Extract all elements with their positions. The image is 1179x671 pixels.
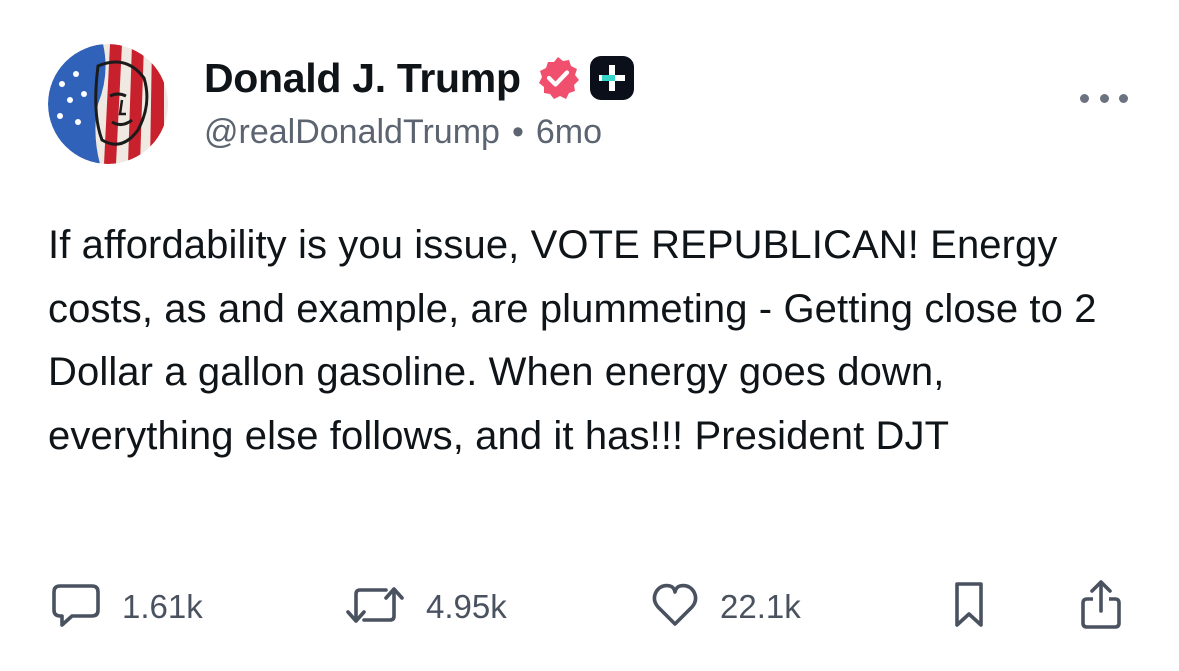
post-timestamp[interactable]: 6mo (536, 113, 602, 152)
author-row: Donald J. Trump (204, 50, 635, 106)
bookmark-icon (949, 580, 989, 635)
repost-icon (342, 580, 408, 635)
avatar[interactable] (48, 44, 168, 164)
author-name[interactable]: Donald J. Trump (204, 55, 521, 102)
like-button[interactable]: 22.1k (650, 582, 801, 632)
plus-badge-icon (589, 55, 635, 101)
more-options-icon[interactable] (1080, 88, 1128, 108)
author-handle[interactable]: @realDonaldTrump (204, 113, 500, 152)
reply-button[interactable]: 1.61k (50, 582, 203, 632)
handle-row: @realDonaldTrump • 6mo (204, 113, 602, 152)
repost-count: 4.95k (426, 588, 507, 625)
heart-icon (650, 580, 700, 635)
separator-dot: • (511, 113, 524, 151)
avatar-image (48, 44, 168, 164)
share-icon (1079, 579, 1123, 636)
bookmark-button[interactable] (944, 580, 994, 635)
share-button[interactable] (1076, 579, 1126, 632)
more-dot (1119, 93, 1128, 103)
more-dot (1080, 93, 1089, 103)
reply-count: 1.61k (122, 588, 203, 625)
like-count: 22.1k (720, 588, 801, 625)
repost-button[interactable]: 4.95k (342, 582, 507, 632)
reply-icon (50, 580, 102, 635)
verified-badge-icon (535, 55, 581, 101)
post-text: If affordability is you issue, VOTE REPU… (48, 223, 1097, 458)
more-dot (1099, 93, 1109, 103)
